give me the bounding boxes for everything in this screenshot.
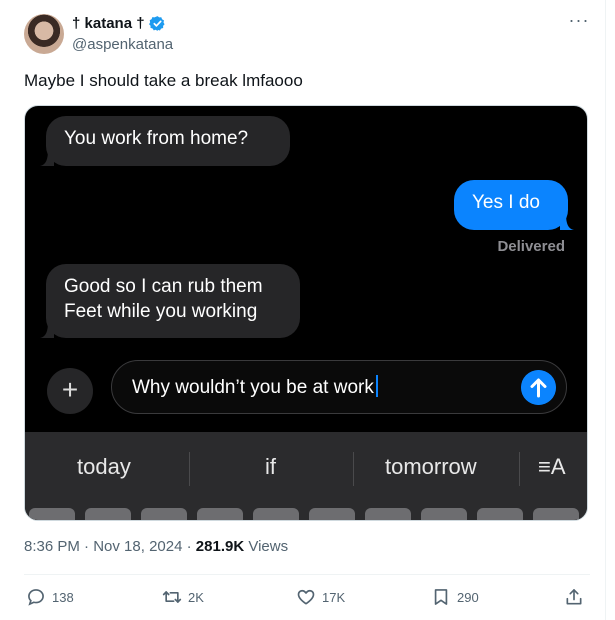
reply-button[interactable]: 138 — [26, 587, 74, 607]
repost-icon — [162, 591, 182, 603]
keyboard-key — [477, 508, 523, 520]
message-bubble-outgoing: Yes I do — [454, 180, 574, 230]
bookmark-count: 290 — [457, 589, 479, 605]
tweet-date[interactable]: Nov 18, 2024 — [93, 538, 182, 555]
keyboard-key — [29, 508, 75, 520]
reply-count: 138 — [52, 589, 74, 605]
repost-count: 2K — [188, 589, 204, 605]
keyboard-key — [141, 508, 187, 520]
avatar[interactable] — [24, 14, 64, 54]
message-text: Yes I do — [472, 192, 540, 213]
views-label: Views — [248, 538, 289, 555]
message-text: Good so I can rub them Feet while you wo… — [64, 276, 263, 322]
verified-badge-icon — [148, 16, 165, 31]
author-name-row[interactable]: † katana † — [72, 15, 166, 32]
suggestion-today: today — [77, 454, 131, 479]
bubble-tail-icon — [40, 322, 54, 338]
keyboard-key — [421, 508, 467, 520]
tweet-media-image[interactable]: You work from home? Yes I do Delivered G… — [24, 105, 588, 521]
text-caret — [375, 375, 378, 397]
tweet-time[interactable]: 8:36 PM — [24, 538, 80, 555]
share-button[interactable] — [564, 587, 584, 607]
message-text: You work from home? — [64, 128, 249, 149]
tweet-meta: 8:36 PM · Nov 18, 2024 · 281.9K Views — [24, 538, 288, 555]
suggestion-if: if — [265, 454, 276, 479]
keyboard-key — [533, 508, 579, 520]
display-name[interactable]: † katana † — [72, 15, 145, 32]
heart-icon — [297, 589, 315, 605]
message-input: Why wouldn’t you be at work — [111, 360, 567, 414]
bookmark-icon — [434, 589, 448, 605]
views-count: 281.9K — [195, 538, 245, 555]
message-bubble-incoming: Good so I can rub them Feet while you wo… — [40, 264, 300, 338]
bookmark-button[interactable]: 290 — [431, 587, 479, 607]
share-icon — [566, 589, 582, 605]
suggestion-tomorrow: tomorrow — [385, 454, 477, 479]
meta-separator: · — [186, 538, 196, 555]
bubble-tail-icon — [40, 150, 54, 166]
suggestion-divider — [353, 452, 354, 486]
meta-separator: · — [84, 538, 94, 555]
like-count: 17K — [322, 589, 346, 605]
like-button[interactable]: 17K — [296, 587, 345, 607]
suggestion-divider — [189, 452, 190, 486]
reply-icon — [28, 589, 44, 606]
divider — [24, 574, 590, 575]
text-format-icon: ≡A — [538, 454, 566, 479]
keyboard-key — [309, 508, 355, 520]
tweet-text: Maybe I should take a break lmfaooo — [24, 71, 303, 90]
keyboard-key — [197, 508, 243, 520]
compose-text: Why wouldn’t you be at work — [132, 377, 374, 398]
more-options-icon[interactable]: ··· — [568, 11, 590, 34]
suggestion-divider — [519, 452, 520, 486]
keyboard-key — [253, 508, 299, 520]
delivered-status: Delivered — [497, 238, 565, 255]
keyboard-key — [365, 508, 411, 520]
timeline-border — [605, 0, 606, 620]
author-handle[interactable]: @aspenkatana — [72, 36, 173, 53]
keyboard-key — [85, 508, 131, 520]
send-arrow-icon — [521, 370, 556, 405]
keyboard: today if tomorrow ≡A — [25, 432, 587, 520]
bubble-tail-icon — [560, 214, 574, 230]
repost-button[interactable]: 2K — [162, 587, 204, 607]
plus-icon: + — [47, 368, 93, 414]
keyboard-key-row — [29, 508, 579, 520]
message-bubble-incoming: You work from home? — [40, 116, 290, 166]
